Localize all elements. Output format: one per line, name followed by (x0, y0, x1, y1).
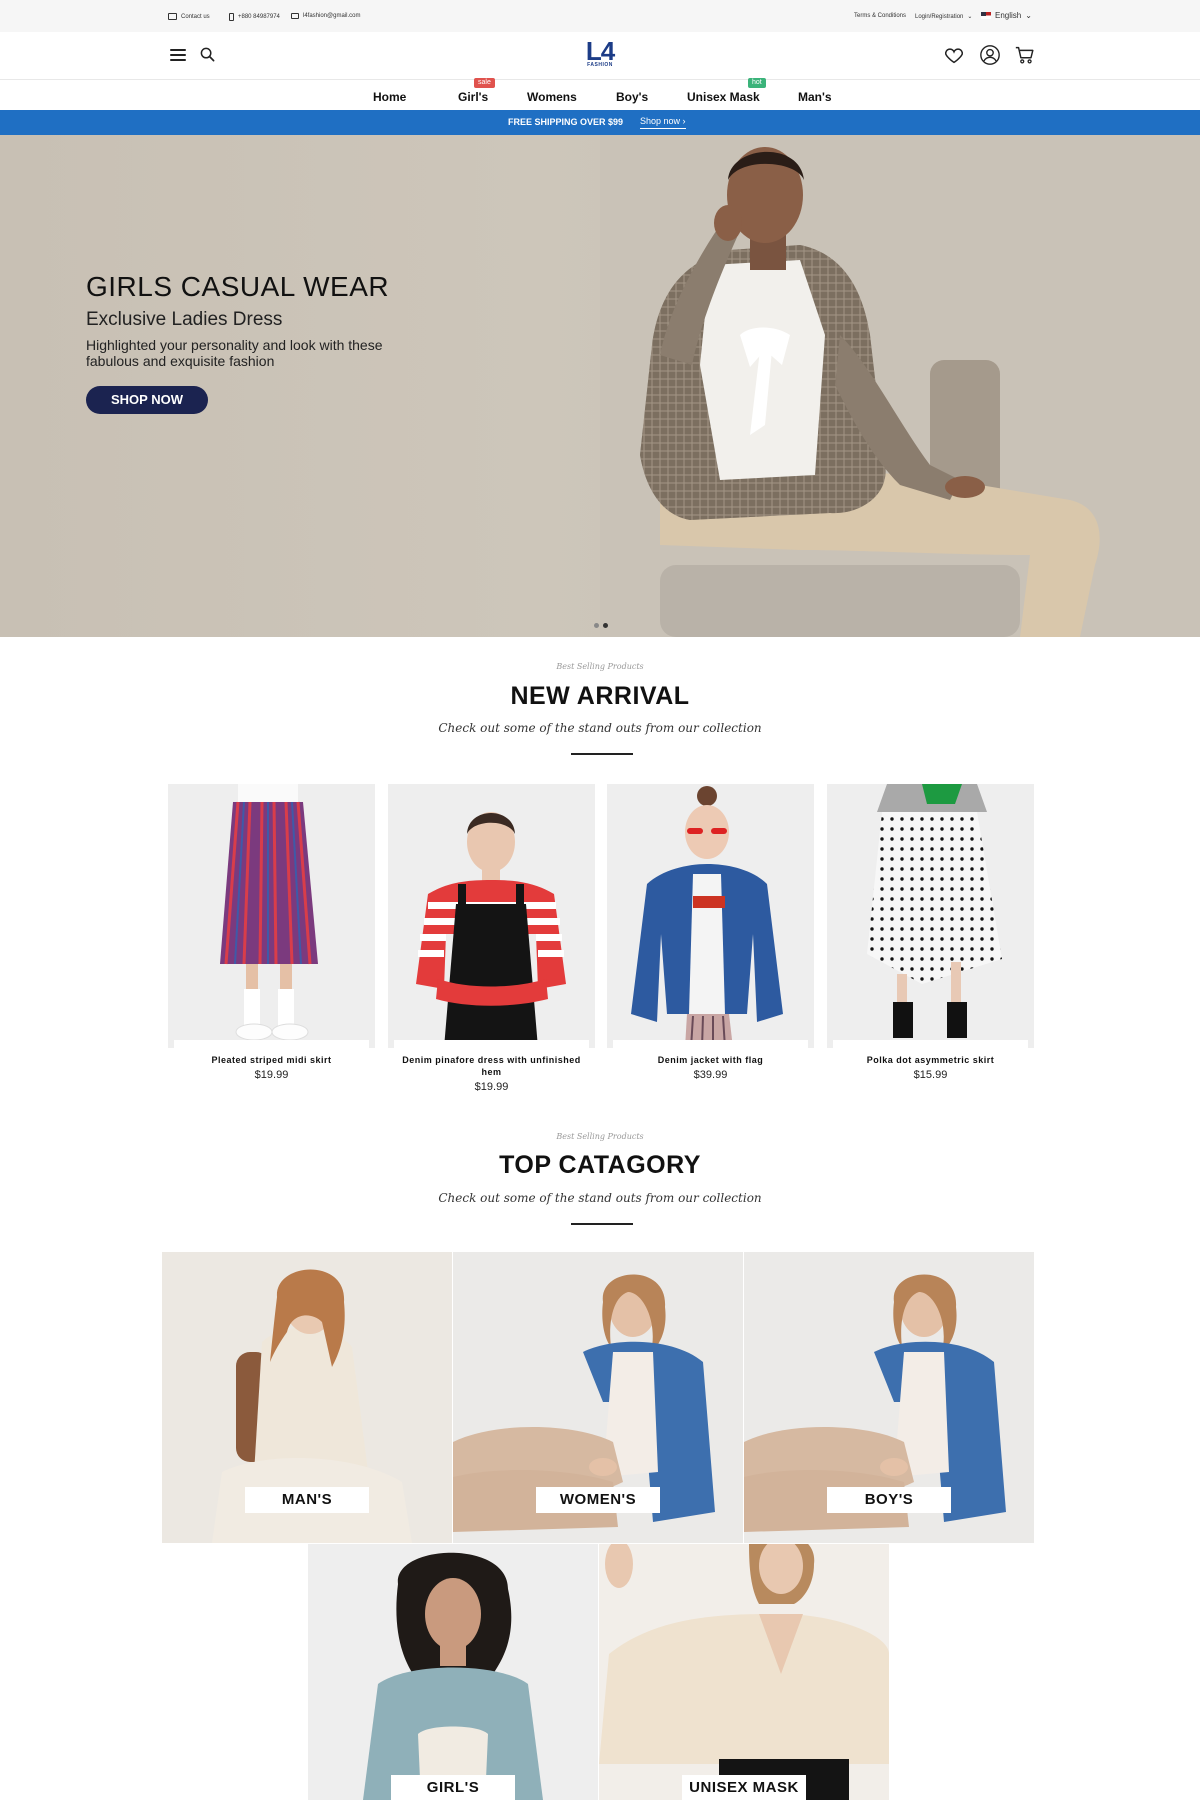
section-divider (571, 753, 633, 755)
category-image-unisex-mask (599, 1544, 889, 1800)
us-flag-icon (981, 12, 991, 19)
phone-link[interactable]: +880 84987974 (229, 13, 280, 21)
product-image-striped-skirt[interactable] (168, 784, 375, 1048)
shop-now-button[interactable]: SHOP NOW (86, 386, 208, 414)
shipping-text: FREE SHIPPING OVER $99 (508, 117, 624, 127)
product-name[interactable]: Pleated striped midi skirt (174, 1054, 369, 1066)
product-name[interactable]: Polka dot asymmetric skirt (833, 1054, 1028, 1066)
product-card[interactable]: Pleated striped midi skirt $19.99 (168, 784, 375, 1081)
category-tile-mans[interactable]: MAN'S (162, 1252, 452, 1543)
phone-icon (229, 13, 234, 21)
phone-number: +880 84987974 (238, 14, 280, 20)
category-tile-girls[interactable]: GIRL'S (308, 1544, 598, 1800)
top-category-subtitle: Check out some of the stand outs from ou… (438, 1191, 762, 1205)
carousel-dot-1[interactable] (594, 623, 599, 628)
product-name[interactable]: Denim pinafore dress with unfinished hem (394, 1054, 589, 1078)
language-label: English (995, 11, 1022, 20)
category-image-girls (308, 1544, 598, 1800)
login-dropdown[interactable]: Login/Registration ⌄ (915, 13, 973, 21)
terms-label: Terms & Conditions (854, 13, 907, 19)
new-arrival-kicker: Best Selling Products (556, 662, 644, 671)
terms-link[interactable]: Terms & Conditions (854, 13, 906, 19)
menu-icon[interactable] (170, 49, 186, 61)
section-divider (571, 1223, 633, 1225)
mail-icon (291, 13, 299, 19)
shop-now-link[interactable]: Shop now › (640, 116, 686, 129)
product-card[interactable]: Denim jacket with flag $39.99 (607, 784, 814, 1081)
hero-model-image (600, 135, 1200, 637)
search-icon[interactable] (200, 47, 215, 62)
chevron-down-icon: ⌄ (1025, 11, 1032, 20)
nav-item-womens[interactable]: Womens (527, 90, 577, 104)
product-price: $19.99 (474, 1081, 509, 1093)
hero-subtitle: Exclusive Ladies Dress (86, 309, 283, 330)
site-logo[interactable]: L4 FASHION (580, 38, 620, 72)
category-label: WOMEN'S (536, 1487, 660, 1513)
shipping-banner: FREE SHIPPING OVER $99 Shop now › (0, 110, 1200, 135)
language-selector[interactable]: English ⌄ (981, 11, 1032, 20)
top-category-title: TOP CATAGORY (499, 1151, 701, 1179)
category-label: UNISEX MASK (682, 1775, 806, 1800)
top-utility-bar: Contact us +880 84987974 l4fashion@gmail… (0, 0, 1200, 32)
hero-title: GIRLS CASUAL WEAR (86, 271, 390, 302)
hot-badge: hot (748, 78, 766, 88)
category-tile-unisex-mask[interactable]: UNISEX MASK (599, 1544, 889, 1800)
nav-item-unisex-mask[interactable]: Unisex Mask (687, 90, 760, 104)
category-label: BOY'S (827, 1487, 951, 1513)
product-price: $39.99 (693, 1069, 728, 1081)
login-label: Login/Registration (915, 13, 964, 20)
product-image-denim-jacket[interactable] (607, 784, 814, 1048)
heart-icon[interactable] (943, 44, 965, 66)
product-name[interactable]: Denim jacket with flag (613, 1054, 808, 1066)
nav-item-mans[interactable]: Man's (798, 90, 832, 104)
email-address: l4fashion@gmail.com (303, 13, 361, 19)
carousel-dots (594, 623, 608, 628)
product-image-denim-pinafore[interactable] (388, 784, 595, 1048)
chevron-down-icon: ⌄ (967, 14, 973, 20)
product-card[interactable]: Polka dot asymmetric skirt $15.99 (827, 784, 1034, 1081)
new-arrival-title: NEW ARRIVAL (510, 682, 690, 710)
new-arrival-subtitle: Check out some of the stand outs from ou… (438, 721, 762, 735)
product-price: $19.99 (254, 1069, 289, 1081)
category-tile-boys[interactable]: BOY'S (744, 1252, 1034, 1543)
user-icon[interactable] (979, 44, 1001, 66)
logo-mark: L4 (585, 36, 615, 66)
hero-description: Highlighted your personality and look wi… (86, 337, 383, 369)
contact-link[interactable]: Contact us (168, 13, 210, 20)
product-card[interactable]: Denim pinafore dress with unfinished hem… (388, 784, 595, 1093)
site-header: L4 FASHION (0, 32, 1200, 80)
product-price: $15.99 (913, 1069, 948, 1081)
shop-now-label: Shop now (640, 116, 681, 126)
category-label: MAN'S (245, 1487, 369, 1513)
contact-card-icon (168, 13, 177, 20)
nav-item-home[interactable]: Home (373, 90, 406, 104)
product-image-polka-skirt[interactable] (827, 784, 1034, 1048)
hero-banner: GIRLS CASUAL WEAR Exclusive Ladies Dress… (0, 135, 1200, 637)
cart-icon[interactable] (1014, 44, 1036, 66)
email-link[interactable]: l4fashion@gmail.com (291, 13, 360, 19)
sale-badge: sale (474, 78, 495, 88)
category-tile-womens[interactable]: WOMEN'S (453, 1252, 743, 1543)
contact-label: Contact us (181, 13, 210, 20)
nav-item-girls[interactable]: Girl's (458, 90, 488, 104)
top-category-kicker: Best Selling Products (556, 1132, 644, 1141)
main-nav: Home Girl's sale Womens Boy's Unisex Mas… (0, 78, 1200, 110)
category-label: GIRL'S (391, 1775, 515, 1800)
carousel-dot-2[interactable] (603, 623, 608, 628)
nav-item-boys[interactable]: Boy's (616, 90, 648, 104)
